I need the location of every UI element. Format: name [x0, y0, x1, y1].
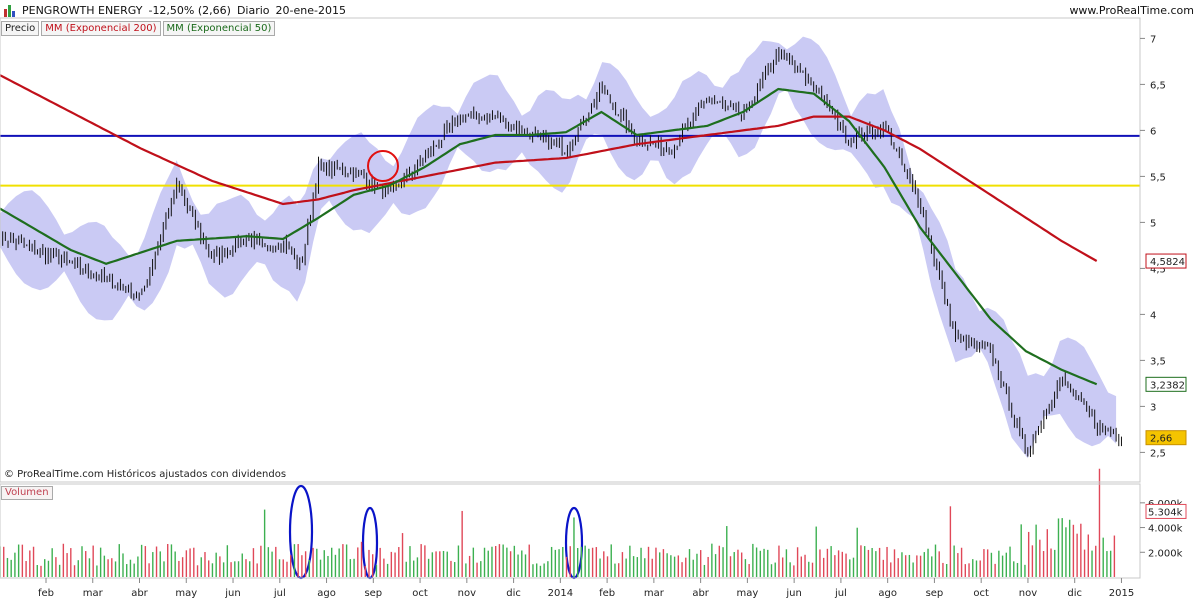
x-tick-label: ago	[878, 588, 897, 599]
period: Diario	[236, 4, 270, 17]
x-tick-label: jul	[273, 588, 286, 599]
x-tick-label: may	[175, 588, 197, 599]
volume-last-label: 5.304k	[1148, 507, 1183, 518]
price-tick-label: 6	[1150, 126, 1156, 137]
volume-tick-label: 4.000k	[1148, 524, 1183, 535]
site-url[interactable]: www.ProRealTime.com	[1069, 3, 1194, 19]
symbol-name: PENGROWTH ENERGY	[22, 4, 143, 17]
x-tick-label: mar	[83, 588, 104, 599]
chart-header: PENGROWTH ENERGY -12,50% (2,66) Diario 2…	[4, 3, 346, 19]
price-tick-label: 2,5	[1150, 448, 1166, 459]
ma200-value-label: 4,5824	[1150, 257, 1185, 268]
x-tick-label: mar	[644, 588, 665, 599]
x-tick-label: may	[736, 588, 758, 599]
x-tick-label: 2014	[548, 588, 573, 599]
x-tick-label: sep	[926, 588, 944, 599]
x-tick-label: feb	[38, 588, 54, 599]
volume-panel-label[interactable]: Volumen	[1, 486, 53, 500]
x-tick-label: jun	[224, 588, 240, 599]
x-tick-label: jun	[785, 588, 801, 599]
price-tick-label: 5	[1150, 218, 1156, 229]
x-tick-label: dic	[506, 588, 521, 599]
indicator-legend: Precio MM (Exponencial 200) MM (Exponenc…	[1, 21, 276, 36]
x-tick-label: abr	[131, 588, 148, 599]
price-tick-label: 3	[1150, 402, 1156, 413]
x-tick-label: oct	[973, 588, 989, 599]
x-tick-label: 2015	[1109, 588, 1134, 599]
last-price-label: 2,66	[1150, 434, 1172, 445]
ma50-value-label: 3,2382	[1150, 380, 1185, 391]
x-tick-label: oct	[412, 588, 428, 599]
price-tick-label: 5,5	[1150, 172, 1166, 183]
legend-ma200[interactable]: MM (Exponencial 200)	[41, 21, 161, 36]
volume-tick-label: 2.000k	[1148, 548, 1183, 559]
x-tick-label: jul	[834, 588, 847, 599]
price-chart[interactable]: 76,565,554,543,532,54,58243,23822,666.00…	[0, 0, 1200, 600]
x-tick-label: abr	[692, 588, 709, 599]
x-tick-label: sep	[364, 588, 382, 599]
price-change: -12,50% (2,66)	[148, 4, 231, 17]
x-tick-label: ago	[317, 588, 336, 599]
price-tick-label: 7	[1150, 34, 1156, 45]
volume-bars-layer	[0, 468, 1116, 577]
price-tick-label: 4	[1150, 310, 1156, 321]
x-tick-label: nov	[458, 588, 476, 599]
price-tick-label: 6,5	[1150, 80, 1166, 91]
last-date: 20-ene-2015	[275, 4, 346, 17]
legend-price[interactable]: Precio	[1, 21, 40, 36]
price-tick-label: 3,5	[1150, 356, 1166, 367]
legend-ma50[interactable]: MM (Exponencial 50)	[162, 21, 276, 36]
copyright-note: © ProRealTime.com Históricos ajustados c…	[4, 469, 287, 480]
x-tick-label: feb	[599, 588, 615, 599]
prorealtime-logo-icon	[4, 5, 16, 17]
x-tick-label: dic	[1067, 588, 1082, 599]
x-tick-label: nov	[1019, 588, 1037, 599]
